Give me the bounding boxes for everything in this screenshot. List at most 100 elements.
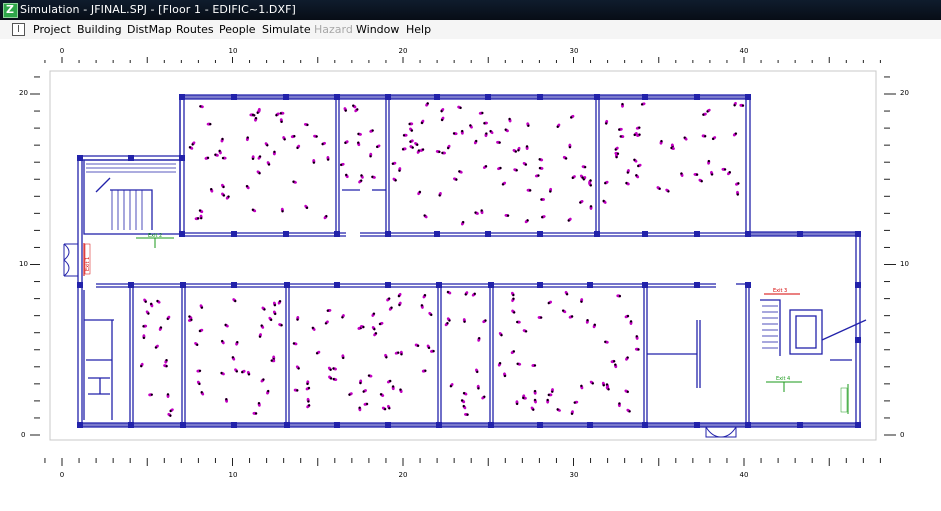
column [334, 422, 340, 428]
column [642, 231, 648, 237]
column [434, 94, 440, 100]
column [642, 94, 648, 100]
column [537, 231, 543, 237]
column [488, 422, 494, 428]
menu-routes[interactable]: Routes [176, 23, 214, 36]
column [855, 282, 861, 288]
column [179, 155, 185, 161]
ruler-bottom-label-30: 30 [570, 471, 579, 479]
ruler-top [44, 57, 881, 63]
ruler-right-label-20: 20 [900, 89, 909, 97]
column [434, 231, 440, 237]
column [128, 155, 134, 161]
exit-4-label: Exit 4 [776, 376, 790, 382]
column [231, 231, 237, 237]
ruler-right-label-10: 10 [900, 260, 909, 268]
column [180, 422, 186, 428]
column [694, 282, 700, 288]
column [745, 94, 751, 100]
app-logo-icon[interactable] [3, 3, 18, 18]
occupant [206, 122, 212, 126]
occupant [547, 393, 553, 397]
column [587, 422, 593, 428]
ruler-top-label-0: 0 [60, 47, 64, 55]
column [436, 422, 442, 428]
column [485, 94, 491, 100]
column [745, 231, 751, 237]
floor-plan-canvas[interactable]: 0 10 20 30 40 0 10 20 30 40 20 10 0 20 1… [0, 39, 941, 511]
column [385, 422, 391, 428]
column [797, 231, 803, 237]
occupant [589, 205, 593, 210]
occupant-head [589, 205, 593, 208]
column [485, 231, 491, 237]
menu-project[interactable]: Project [33, 23, 71, 36]
column [855, 337, 861, 343]
column [77, 282, 83, 288]
column [594, 231, 600, 237]
menu-bar: Project Building DistMap Routes People S… [0, 20, 941, 39]
column [537, 282, 543, 288]
menu-people[interactable]: People [219, 23, 256, 36]
column [694, 231, 700, 237]
ruler-top-label-40: 40 [740, 47, 749, 55]
column [537, 422, 543, 428]
title-bar: Simulation - JFINAL.SPJ - [Floor 1 - EDI… [0, 0, 941, 20]
menu-distmap[interactable]: DistMap [127, 23, 172, 36]
column [694, 422, 700, 428]
exit-3-label: Exit 3 [773, 288, 787, 294]
exit-1-label: Exit 1 [85, 257, 91, 271]
column [488, 282, 494, 288]
ruler-bottom-label-20: 20 [399, 471, 408, 479]
ruler-bottom [44, 458, 881, 466]
ruler-left [30, 76, 40, 436]
occupant [142, 334, 146, 340]
column [385, 231, 391, 237]
ruler-right [884, 76, 896, 436]
ruler-left-label-10: 10 [19, 260, 28, 268]
column [283, 231, 289, 237]
column [745, 422, 751, 428]
ruler-left-label-20: 20 [19, 89, 28, 97]
menu-simulate[interactable]: Simulate [262, 23, 311, 36]
column [594, 94, 600, 100]
ruler-bottom-label-0: 0 [60, 471, 64, 479]
occupant-head [209, 123, 212, 126]
window-title: Simulation - JFINAL.SPJ - [Floor 1 - EDI… [20, 3, 296, 16]
column [334, 231, 340, 237]
column [745, 282, 751, 288]
column [179, 231, 185, 237]
menu-window[interactable]: Window [356, 23, 399, 36]
menu-building[interactable]: Building [77, 23, 122, 36]
ruler-right-label-0: 0 [900, 431, 904, 439]
column [231, 94, 237, 100]
occupant-head [142, 336, 145, 340]
column [77, 155, 83, 161]
menu-hazard[interactable]: Hazard [314, 23, 353, 36]
column [587, 282, 593, 288]
column [179, 94, 185, 100]
column [284, 282, 290, 288]
column [128, 422, 134, 428]
column [231, 282, 237, 288]
column [284, 422, 290, 428]
column [694, 94, 700, 100]
column [855, 231, 861, 237]
exit-2-label: Exit 2 [148, 233, 162, 239]
column [436, 282, 442, 288]
column [855, 422, 861, 428]
column [385, 282, 391, 288]
ruler-top-label-30: 30 [570, 47, 579, 55]
column [180, 282, 186, 288]
ruler-top-label-20: 20 [399, 47, 408, 55]
column [537, 94, 543, 100]
menu-help[interactable]: Help [406, 23, 431, 36]
column [642, 422, 648, 428]
column [334, 94, 340, 100]
column [797, 422, 803, 428]
column [642, 282, 648, 288]
ruler-bottom-label-40: 40 [740, 471, 749, 479]
document-icon[interactable] [12, 23, 25, 36]
ruler-bottom-label-10: 10 [229, 471, 238, 479]
column [231, 422, 237, 428]
